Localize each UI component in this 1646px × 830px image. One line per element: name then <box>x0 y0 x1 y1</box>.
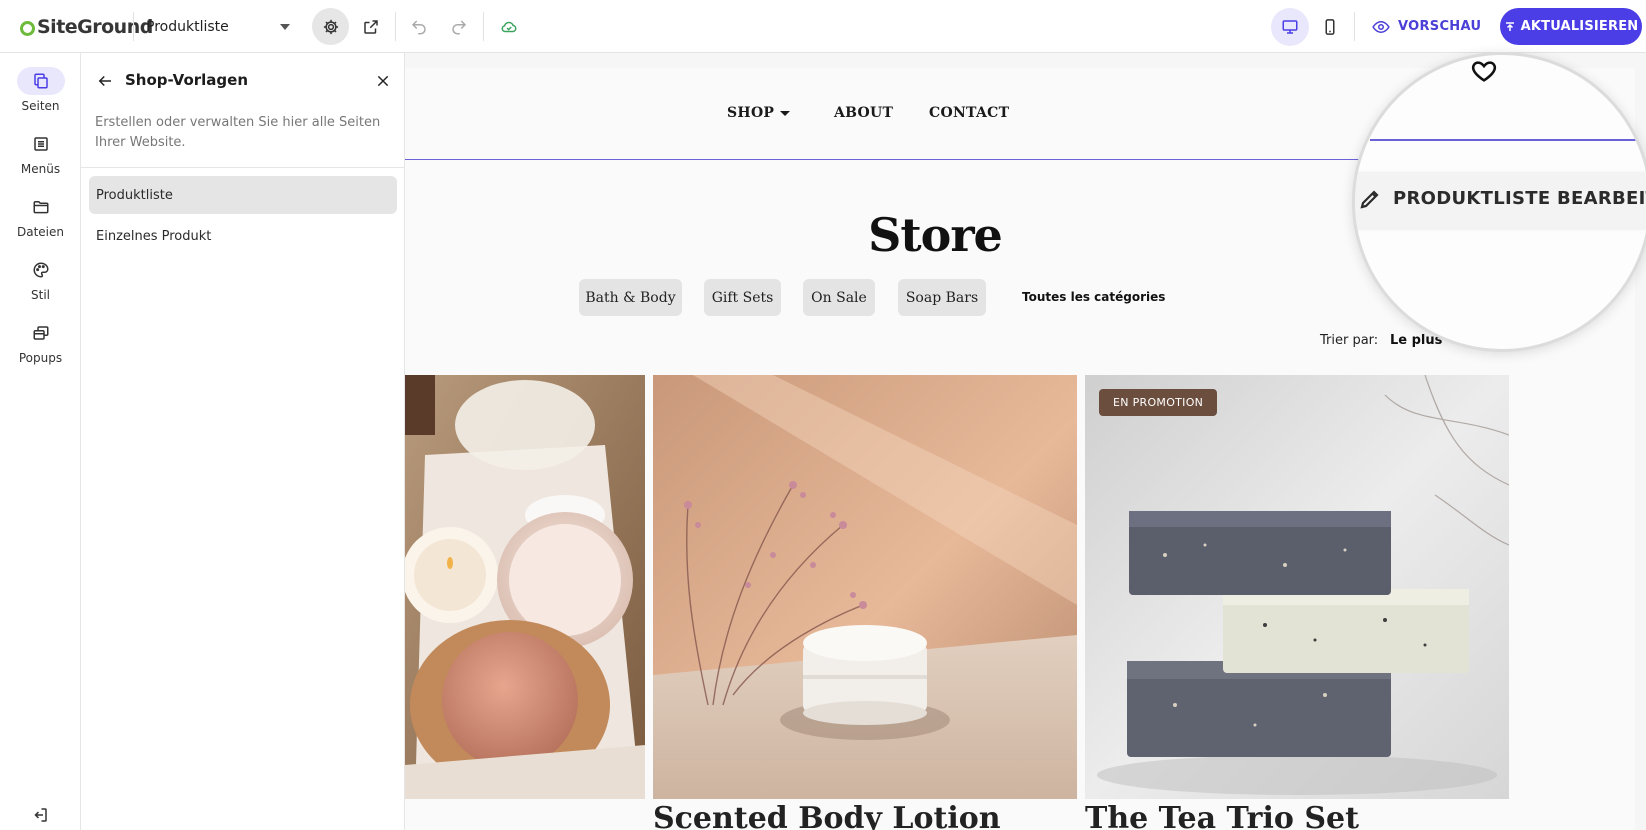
category-chip-on-sale[interactable]: On Sale <box>803 279 875 316</box>
product-title[interactable]: The Tea Trio Set <box>1085 801 1509 830</box>
product-image[interactable] <box>405 375 645 799</box>
panel-divider <box>81 167 405 168</box>
update-button[interactable]: AKTUALISIEREN <box>1500 8 1642 45</box>
gift-box-photo <box>405 375 645 799</box>
redo-button[interactable] <box>440 8 477 45</box>
back-arrow-icon <box>1417 67 1424 74</box>
product-image[interactable]: EN PROMOTION <box>1085 375 1509 799</box>
siteground-logo-mark-icon <box>20 20 35 36</box>
template-item-product-list[interactable]: Produktliste <box>89 176 397 214</box>
pencil-icon <box>1360 190 1379 209</box>
panel-description: Erstellen oder verwalten Sie hier alle S… <box>95 115 381 150</box>
rail-icon-wrap <box>17 256 65 284</box>
product-image[interactable] <box>653 375 1077 799</box>
rail-icon-wrap <box>16 67 65 95</box>
mobile-icon <box>1325 19 1335 35</box>
preview-button[interactable]: VORSCHAU <box>1372 12 1481 41</box>
menu-list-icon <box>33 137 48 151</box>
nav-link-label: ABOUT <box>834 105 894 121</box>
nav-link-shop[interactable]: SHOP <box>727 105 791 121</box>
exit-editor-button[interactable] <box>28 803 52 827</box>
nav-link-label: SHOP <box>727 105 775 121</box>
category-chip-soap-bars[interactable]: Soap Bars <box>898 279 986 316</box>
caret-down-icon <box>780 110 791 116</box>
mobile-view-button[interactable] <box>1311 8 1349 46</box>
nav-link-contact[interactable]: CONTACT <box>929 105 1009 121</box>
nav-link-about[interactable]: ABOUT <box>834 105 893 121</box>
palette-icon <box>33 262 49 278</box>
left-rail: Seiten Menüs Dateien Stil Popups <box>0 53 81 830</box>
category-chip-label: Bath & Body <box>585 289 676 306</box>
publish-icon <box>1505 21 1514 31</box>
toolbar-divider <box>395 12 396 41</box>
template-item-label: Einzelnes Produkt <box>96 228 212 244</box>
rail-label: Menüs <box>20 162 61 176</box>
external-link-icon <box>363 19 378 34</box>
category-chip-label: Soap Bars <box>905 289 979 306</box>
rail-label: Popups <box>18 351 63 365</box>
preview-label: VORSCHAU <box>1398 19 1482 34</box>
panel-header: Shop-Vorlagen <box>81 53 405 109</box>
lotion-jar-photo <box>653 375 1077 799</box>
popup-icon <box>33 326 48 340</box>
rail-item-menus[interactable]: Menüs <box>0 130 81 176</box>
save-status-button[interactable] <box>490 8 527 45</box>
eye-icon <box>1372 20 1390 33</box>
open-external-button[interactable] <box>352 8 389 45</box>
heart-icon <box>1471 61 1497 82</box>
rail-item-pages[interactable]: Seiten <box>0 67 81 113</box>
settings-button[interactable] <box>312 8 349 45</box>
toolbar-divider <box>483 12 484 41</box>
rail-label: Dateien <box>16 225 64 239</box>
rail-icon-wrap <box>17 319 65 347</box>
store-heading: Store <box>868 208 1003 262</box>
rail-icon-wrap <box>17 130 65 158</box>
rail-item-popups[interactable]: Popups <box>0 319 81 365</box>
nav-underline <box>1370 139 1646 141</box>
undo-icon <box>411 19 426 34</box>
rail-icon-wrap <box>17 193 65 221</box>
rail-label: Stil <box>31 288 50 302</box>
template-item-single-product[interactable]: Einzelnes Produkt <box>89 217 397 255</box>
back-button[interactable] <box>93 69 117 93</box>
undo-button[interactable] <box>400 8 437 45</box>
chevron-down-icon <box>280 24 290 30</box>
logo-text: SiteGround <box>37 16 153 38</box>
folder-icon <box>33 201 48 214</box>
soap-bars-photo <box>1085 375 1509 799</box>
shop-templates-panel: Shop-Vorlagen Erstellen oder verwalten S… <box>81 53 405 830</box>
gear-icon <box>323 19 338 34</box>
sale-badge: EN PROMOTION <box>1099 389 1218 416</box>
page-selector-dropdown[interactable]: Produktliste <box>146 12 296 41</box>
sort-label: Trier par: <box>1320 333 1379 348</box>
template-item-label: Produktliste <box>96 187 173 203</box>
category-chip-label: Gift Sets <box>711 289 774 306</box>
category-chip-gift-sets[interactable]: Gift Sets <box>704 279 781 316</box>
category-chip-label: On Sale <box>811 289 867 306</box>
pages-icon <box>33 73 48 89</box>
cloud-check-icon <box>501 21 516 32</box>
rail-item-files[interactable]: Dateien <box>0 193 81 239</box>
all-categories-link[interactable]: Toutes les catégories <box>1022 290 1165 304</box>
desktop-icon <box>1282 20 1298 34</box>
rail-label: Seiten <box>21 99 60 113</box>
close-icon <box>377 75 389 87</box>
page-selector-value: Produktliste <box>146 18 229 35</box>
redo-icon <box>451 19 466 34</box>
desktop-view-button[interactable] <box>1271 8 1309 46</box>
arrow-left-icon <box>98 75 111 87</box>
zoom-magnifier-callout: PRODUKTLISTE BEARBEITEN <box>1352 52 1646 352</box>
top-toolbar: SiteGround Produktliste VORSCHAU AKTUALI… <box>0 0 1646 53</box>
rail-item-style[interactable]: Stil <box>0 256 81 302</box>
toolbar-divider <box>133 12 134 41</box>
edit-product-list-label[interactable]: PRODUKTLISTE BEARBEITEN <box>1393 188 1646 209</box>
exit-icon <box>34 808 47 822</box>
panel-title: Shop-Vorlagen <box>125 71 249 89</box>
nav-link-label: CONTACT <box>929 105 1010 121</box>
close-panel-button[interactable] <box>371 69 395 93</box>
category-chip-bath-body[interactable]: Bath & Body <box>579 279 682 316</box>
update-label: AKTUALISIEREN <box>1520 19 1639 34</box>
toolbar-divider <box>1354 12 1355 41</box>
product-title[interactable]: Scented Body Lotion <box>653 801 1077 830</box>
